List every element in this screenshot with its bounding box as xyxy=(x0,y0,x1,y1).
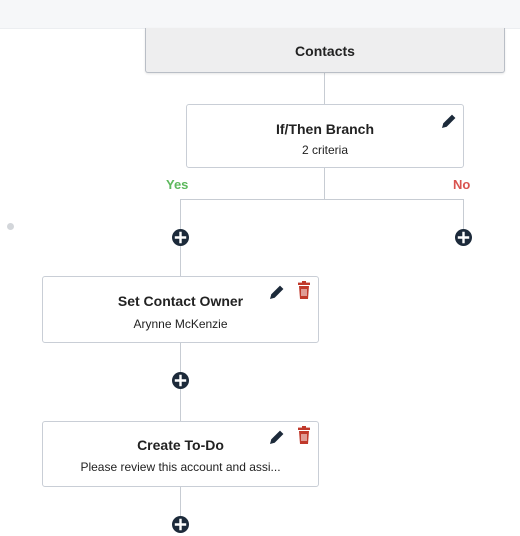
top-bar xyxy=(0,0,520,29)
trigger-node-contacts[interactable]: Contacts xyxy=(145,28,505,73)
add-step-after-owner-plus-icon[interactable] xyxy=(172,372,189,389)
step-node-set-contact-owner[interactable]: Set Contact Owner Arynne McKenzie xyxy=(42,276,319,343)
connector-horizontal xyxy=(180,199,464,200)
step-delete-trash-icon[interactable] xyxy=(295,281,313,301)
connector-yes-down xyxy=(180,199,181,229)
step-subtitle: Arynne McKenzie xyxy=(133,317,228,331)
step-subtitle: Please review this account and assi... xyxy=(80,460,281,474)
step-edit-pencil-icon[interactable] xyxy=(267,427,287,447)
step-delete-trash-icon[interactable] xyxy=(295,426,313,446)
trigger-title: Contacts xyxy=(295,43,355,59)
connector-trigger-branch xyxy=(324,72,325,104)
connector-add-step2 xyxy=(180,389,181,421)
connector-branch-split xyxy=(324,167,325,199)
branch-no-label: No xyxy=(453,177,471,192)
branch-node[interactable]: If/Then Branch 2 criteria xyxy=(186,104,464,168)
connector-step1-add xyxy=(180,342,181,372)
connector-step2-add xyxy=(180,486,181,516)
step-node-create-todo[interactable]: Create To-Do Please review this account … xyxy=(42,421,319,487)
branch-yes-label: Yes xyxy=(166,177,189,192)
step-edit-pencil-icon[interactable] xyxy=(267,282,287,302)
connector-no-down xyxy=(463,199,464,229)
branch-subtitle: 2 criteria xyxy=(301,143,348,157)
branch-edit-pencil-icon[interactable] xyxy=(439,111,459,131)
add-step-yes-plus-icon[interactable] xyxy=(172,229,189,246)
add-step-no-plus-icon[interactable] xyxy=(455,229,472,246)
connector-yes-step1 xyxy=(180,246,181,276)
branch-title: If/Then Branch xyxy=(275,121,374,137)
decorative-dot xyxy=(7,223,14,230)
add-step-after-todo-plus-icon[interactable] xyxy=(172,516,189,533)
